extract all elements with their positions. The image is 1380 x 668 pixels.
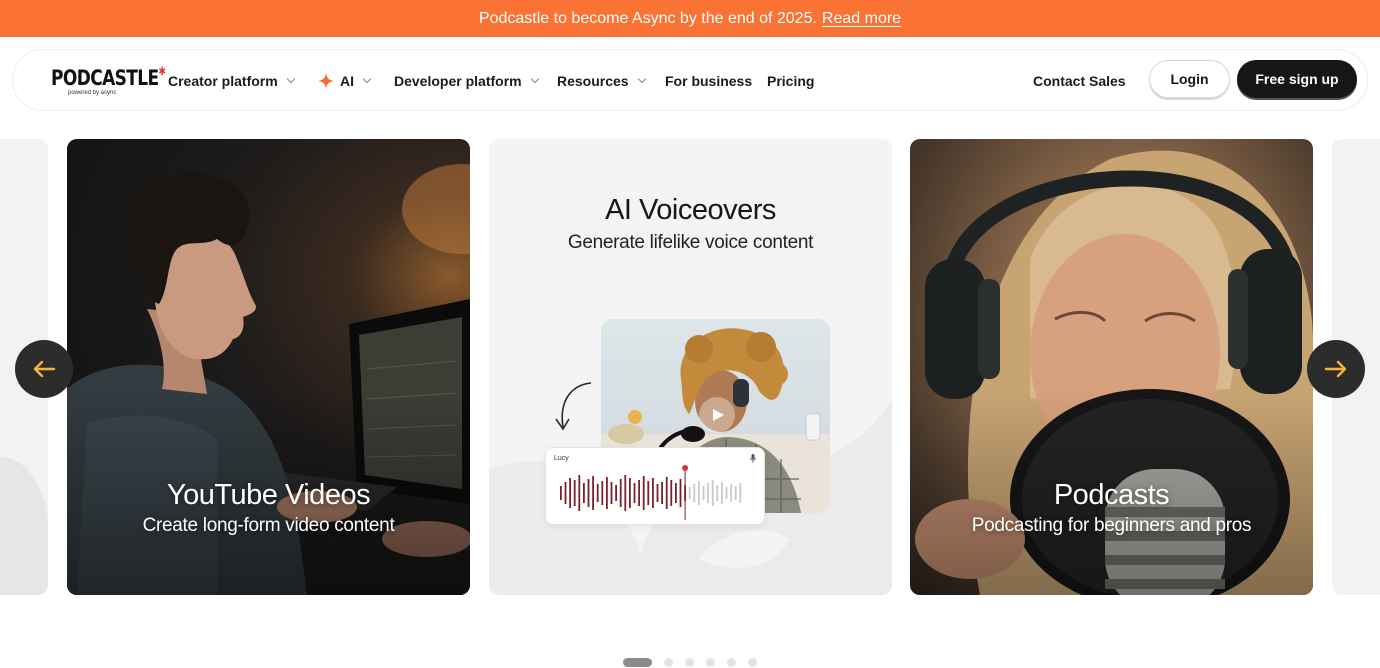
playhead-knob[interactable] — [682, 465, 689, 471]
logo-star-icon: ✱ — [158, 66, 167, 79]
waveform-bar — [707, 483, 709, 503]
waveform-bar — [633, 483, 636, 503]
waveform-bar — [578, 475, 581, 511]
waveform-bar — [560, 486, 562, 500]
waveform-bar — [734, 486, 737, 500]
play-button[interactable] — [699, 397, 735, 433]
login-button[interactable]: Login — [1149, 60, 1230, 98]
waveform-bar — [592, 476, 594, 510]
nav-for-business[interactable]: For business — [665, 70, 752, 92]
carousel-next-button[interactable] — [1307, 340, 1365, 398]
waveform-bar — [716, 485, 719, 501]
waveform-bar — [670, 480, 673, 506]
nav-creator-platform-label: Creator platform — [168, 73, 278, 89]
chevron-down-icon — [362, 74, 372, 84]
waveform-bar — [642, 476, 645, 510]
card-title: AI Voiceovers — [605, 194, 776, 226]
chevron-down-icon — [637, 74, 646, 84]
waveform-bar — [601, 481, 604, 505]
nav-pricing[interactable]: Pricing — [767, 70, 814, 92]
card-subtitle: Podcasting for beginners and pros — [971, 515, 1252, 536]
waveform-bar — [638, 480, 640, 506]
waveform-bar — [606, 477, 608, 509]
waveform-bar — [624, 475, 627, 511]
waveform-bar — [569, 478, 571, 508]
waveform-bar — [679, 479, 682, 507]
waveform-bar — [656, 484, 659, 502]
curved-arrow-icon — [555, 382, 592, 431]
card-subtitle: Generate lifelike voice content — [567, 232, 814, 253]
carousel-prev-button[interactable] — [15, 340, 73, 398]
sparkle-icon — [317, 72, 335, 90]
waveform-bar — [711, 480, 714, 506]
free-signup-button[interactable]: Free sign up — [1237, 60, 1357, 98]
card-subtitle: Create long-form video content — [142, 515, 395, 536]
card-title: YouTube Videos — [166, 479, 371, 511]
waveform-bar — [675, 483, 677, 503]
main-nav: PODCASTLE✱ powered by async Creator plat… — [12, 49, 1368, 111]
nav-resources-label: Resources — [557, 73, 629, 89]
nav-ai-label: AI — [340, 73, 354, 89]
nav-resources[interactable]: Resources — [557, 70, 646, 92]
voice-waveform-panel: Lucy — [545, 447, 765, 525]
play-icon — [713, 409, 724, 421]
announcement-text: Podcastle to become Async by the end of … — [478, 9, 817, 27]
announcement-bar: Podcastle to become Async by the end of … — [0, 0, 1380, 37]
logo-wordmark: PODCASTLE — [51, 66, 159, 91]
read-more-link[interactable]: Read more — [822, 10, 901, 28]
waveform-bar — [725, 487, 728, 499]
carousel-card-podcasts[interactable]: Podcasts Podcasting for beginners and pr… — [910, 139, 1313, 595]
waveform-bar — [698, 481, 700, 505]
waveform-bar — [583, 483, 585, 503]
nav-for-business-label: For business — [665, 73, 753, 89]
waveform-bar — [619, 479, 622, 507]
waveform-bar — [688, 487, 691, 499]
contact-sales-label: Contact Sales — [1033, 73, 1126, 89]
carousel-card-ai-voiceovers[interactable]: AI Voiceovers Generate lifelike voice co… — [489, 139, 892, 595]
contact-sales-link[interactable]: Contact Sales — [1033, 70, 1126, 92]
waveform-bar — [721, 482, 723, 504]
chevron-down-icon — [530, 74, 539, 84]
waveform-bar — [739, 483, 742, 503]
nav-creator-platform[interactable]: Creator platform — [168, 70, 295, 92]
waveform-bar — [615, 485, 617, 501]
waveform-bar — [730, 484, 732, 502]
waveform-bar — [702, 486, 705, 500]
carousel-card-youtube[interactable]: YouTube Videos Create long-form video co… — [67, 139, 470, 595]
card-title: Podcasts — [1053, 479, 1170, 511]
nav-developer-platform-label: Developer platform — [394, 73, 522, 89]
waveform-bar — [564, 482, 567, 504]
waveform-bar — [693, 484, 696, 502]
waveform-bar — [629, 478, 631, 508]
arrow-right-icon — [1324, 360, 1347, 378]
waveform-bar — [665, 477, 668, 509]
audio-waveform — [560, 465, 742, 520]
waveform-bar — [652, 478, 654, 508]
arrow-left-icon — [33, 360, 56, 378]
waveform-bar — [610, 482, 613, 504]
waveform-bar — [647, 481, 650, 505]
waveform-bar — [587, 479, 590, 507]
podcastle-logo[interactable]: PODCASTLE✱ powered by async — [51, 66, 166, 98]
chevron-down-icon — [286, 74, 295, 84]
waveform-bar — [661, 482, 663, 504]
nav-developer-platform[interactable]: Developer platform — [394, 70, 539, 92]
waveform-bar — [596, 484, 599, 502]
logo-subtext: powered by async — [68, 90, 117, 96]
nav-pricing-label: Pricing — [767, 73, 815, 89]
nav-ai[interactable]: AI — [317, 70, 372, 92]
waveform-bar — [573, 480, 576, 506]
